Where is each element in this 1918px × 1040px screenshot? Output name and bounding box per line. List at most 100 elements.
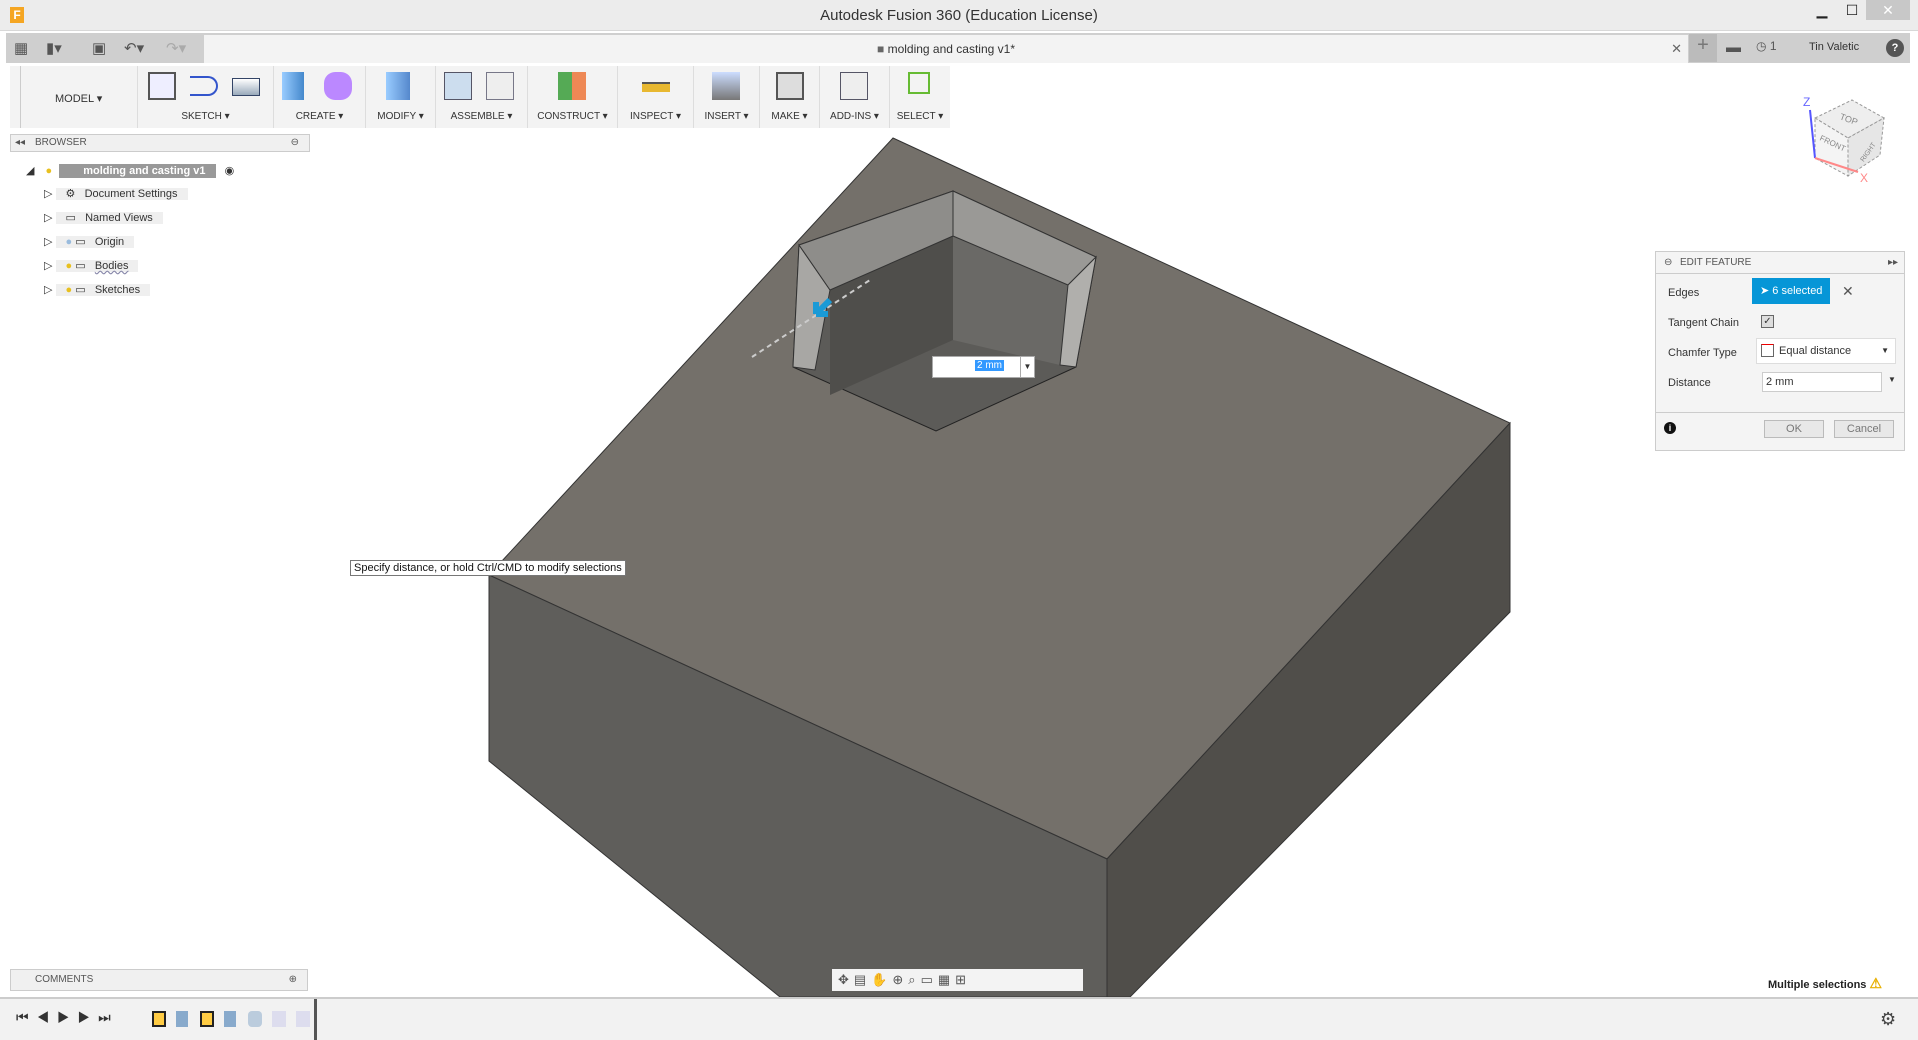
orbit-icon[interactable]: ✥	[838, 972, 854, 987]
form-icon[interactable]	[324, 72, 352, 100]
timeline-marker[interactable]	[314, 999, 317, 1040]
timeline-chamfer-icon[interactable]	[248, 1011, 262, 1027]
3d-viewport[interactable]	[0, 128, 1918, 997]
create-sketch-icon[interactable]	[148, 72, 176, 100]
press-pull-icon[interactable]	[386, 72, 410, 100]
collapse-icon[interactable]: ⊖	[1664, 252, 1672, 274]
make-group[interactable]: MAKE ▾	[760, 66, 820, 128]
fit-icon[interactable]: ⌕	[908, 972, 920, 987]
3d-print-icon[interactable]	[776, 72, 804, 100]
rectangle-icon[interactable]	[232, 78, 260, 96]
clear-selection-icon[interactable]: ✕	[1842, 283, 1854, 300]
extrude-icon[interactable]	[282, 72, 304, 100]
modify-menu[interactable]: MODIFY ▾	[366, 111, 435, 122]
bulb-icon[interactable]: ●	[66, 284, 73, 296]
pan-icon[interactable]: ✋	[871, 972, 892, 987]
expand-triangle-icon[interactable]: ▷	[44, 188, 52, 200]
assemble-group[interactable]: ASSEMBLE ▾	[436, 66, 528, 128]
expand-triangle-icon[interactable]: ▷	[44, 236, 52, 248]
viewports-icon[interactable]: ⊞	[955, 972, 971, 987]
panel-header[interactable]: ⊖ EDIT FEATURE ▸▸	[1656, 252, 1904, 274]
timeline-extrude-icon[interactable]	[224, 1011, 236, 1027]
distance-dimension-input[interactable]: 2 mm ▼	[932, 356, 1035, 378]
tree-item-document-settings[interactable]: ▷ ⚙ Document Settings	[44, 184, 188, 204]
activate-radio-icon[interactable]: ◉	[225, 165, 235, 177]
chamfer-type-select[interactable]: Equal distance ▼	[1756, 338, 1896, 364]
tree-item-sketches[interactable]: ▷ ● ▭ Sketches	[44, 280, 151, 300]
new-tab-button[interactable]: +	[1689, 34, 1717, 62]
undo-icon[interactable]: ↶▾	[124, 39, 144, 57]
addins-group[interactable]: ADD-INS ▾	[820, 66, 890, 128]
tangent-chain-checkbox[interactable]: ✓	[1761, 315, 1774, 328]
tab-document[interactable]: ■ molding and casting v1* ✕	[204, 35, 1688, 63]
inspect-menu[interactable]: INSPECT ▾	[618, 111, 693, 122]
timeline-extrude-icon[interactable]	[176, 1011, 188, 1027]
addins-menu[interactable]: ADD-INS ▾	[820, 111, 889, 122]
cancel-button[interactable]: Cancel	[1834, 420, 1894, 438]
apps-grid-icon[interactable]: ▦	[14, 39, 28, 57]
warning-icon[interactable]: ⚠	[1869, 975, 1882, 991]
tree-root[interactable]: ◢ ● molding and casting v1 ◉	[26, 161, 234, 181]
edges-selection-button[interactable]: ➤ 6 selected	[1752, 278, 1830, 304]
settings-gear-icon[interactable]: ⚙	[1880, 1009, 1896, 1030]
expand-triangle-icon[interactable]: ▷	[44, 212, 52, 224]
sketch-group[interactable]: SKETCH ▾	[138, 66, 274, 128]
inspect-group[interactable]: INSPECT ▾	[618, 66, 694, 128]
insert-menu[interactable]: INSERT ▾	[694, 111, 759, 122]
timeline-sketch-icon[interactable]	[152, 1011, 166, 1027]
timeline-joint-icon[interactable]	[296, 1011, 310, 1027]
job-status[interactable]: ◷ 1	[1756, 39, 1777, 53]
make-menu[interactable]: MAKE ▾	[760, 111, 819, 122]
select-group[interactable]: SELECT ▾	[890, 66, 950, 128]
ok-button[interactable]: OK	[1764, 420, 1824, 438]
root-component-label[interactable]: molding and casting v1	[59, 164, 216, 178]
dimension-dropdown-icon[interactable]: ▼	[1020, 357, 1034, 377]
redo-icon[interactable]: ↷▾	[166, 39, 186, 57]
scripts-icon[interactable]	[840, 72, 868, 100]
create-group[interactable]: CREATE ▾	[274, 66, 366, 128]
timeline-features[interactable]	[152, 1011, 312, 1029]
expand-triangle-icon[interactable]: ▷	[44, 284, 52, 296]
comments-panel[interactable]: COMMENTS ⊕	[10, 969, 308, 991]
construct-group[interactable]: CONSTRUCT ▾	[528, 66, 618, 128]
arc-icon[interactable]	[190, 76, 218, 96]
grid-icon[interactable]: ▦	[938, 972, 955, 987]
help-icon[interactable]: ?	[1886, 39, 1904, 57]
close-tab-icon[interactable]: ✕	[1671, 35, 1682, 63]
expand-panel-icon[interactable]: ▸▸	[1888, 252, 1898, 274]
dimension-value[interactable]: 2 mm	[975, 360, 1004, 371]
sketch-menu[interactable]: SKETCH ▾	[138, 111, 273, 122]
visibility-bulb-icon[interactable]: ●	[46, 165, 53, 177]
file-menu-icon[interactable]: ▮▾	[46, 39, 62, 57]
zoom-icon[interactable]: ⊕	[892, 972, 908, 987]
tree-item-named-views[interactable]: ▷ ▭ Named Views	[44, 208, 163, 228]
construct-menu[interactable]: CONSTRUCT ▾	[528, 111, 617, 122]
bulb-icon[interactable]: ●	[66, 260, 73, 272]
joint-icon[interactable]	[486, 72, 514, 100]
add-comment-icon[interactable]: ⊕	[289, 970, 297, 990]
measure-icon[interactable]	[642, 82, 670, 92]
browser-pin-icon[interactable]: ⊖	[291, 135, 299, 151]
tree-item-origin[interactable]: ▷ ● ▭ Origin	[44, 232, 135, 252]
viewcube[interactable]: TOP FRONT RIGHT Z X	[1790, 84, 1900, 194]
insert-group[interactable]: INSERT ▾	[694, 66, 760, 128]
select-icon[interactable]	[908, 72, 930, 94]
browser-panel-header[interactable]: ◂◂ BROWSER ⊖	[10, 134, 310, 152]
new-component-icon[interactable]	[444, 72, 472, 100]
user-name[interactable]: Tin Valetic	[1809, 41, 1859, 53]
timeline-joint-icon[interactable]	[272, 1011, 286, 1027]
workspace-switcher[interactable]: MODEL ▾	[20, 66, 138, 128]
look-at-icon[interactable]: ▤	[854, 972, 871, 987]
info-icon[interactable]: i	[1664, 422, 1676, 434]
create-menu[interactable]: CREATE ▾	[274, 111, 365, 122]
assemble-menu[interactable]: ASSEMBLE ▾	[436, 111, 527, 122]
offset-plane-icon[interactable]	[558, 72, 586, 100]
comments-icon[interactable]: ▬	[1726, 39, 1741, 56]
collapse-triangle-icon[interactable]: ◢	[26, 165, 34, 177]
select-menu[interactable]: SELECT ▾	[890, 111, 950, 122]
collapse-browser-icon[interactable]: ◂◂	[15, 135, 25, 151]
distance-input[interactable]: 2 mm	[1762, 372, 1882, 392]
timeline-sketch-icon[interactable]	[200, 1011, 214, 1027]
display-settings-icon[interactable]: ▭	[921, 972, 938, 987]
save-icon[interactable]: ▣	[92, 39, 106, 57]
